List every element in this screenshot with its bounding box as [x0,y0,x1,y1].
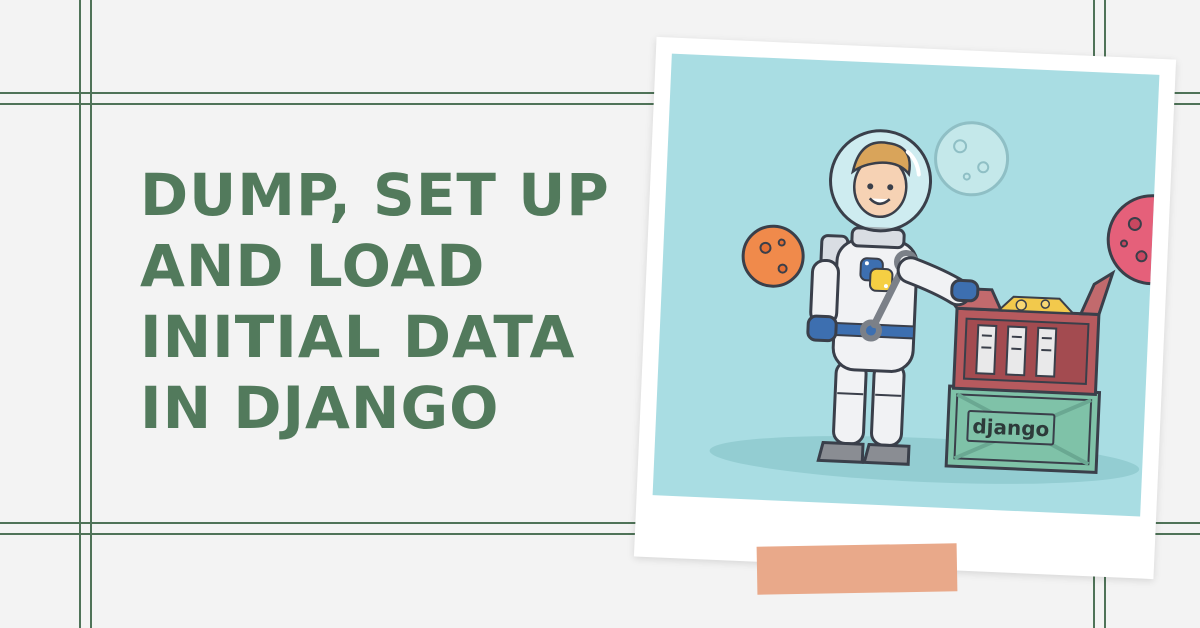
illustration-photo: django [652,53,1160,517]
astronaut-illustration: django [709,121,1160,484]
tape-strip [756,543,958,595]
headline-line-4: IN DJANGO [140,374,500,442]
planet-faint-icon [934,121,1010,197]
headline-line-1: DUMP, SET UP [140,161,610,229]
planet-orange-icon [741,224,805,288]
django-crate-icon: django [944,384,1102,475]
polaroid-frame: django [633,36,1177,580]
headline-line-2: AND LOAD [140,232,486,300]
headline-line-3: INITIAL DATA [140,303,576,371]
headline: DUMP, SET UP AND LOAD INITIAL DATA IN DJ… [140,160,610,444]
crate-label: django [972,414,1050,441]
